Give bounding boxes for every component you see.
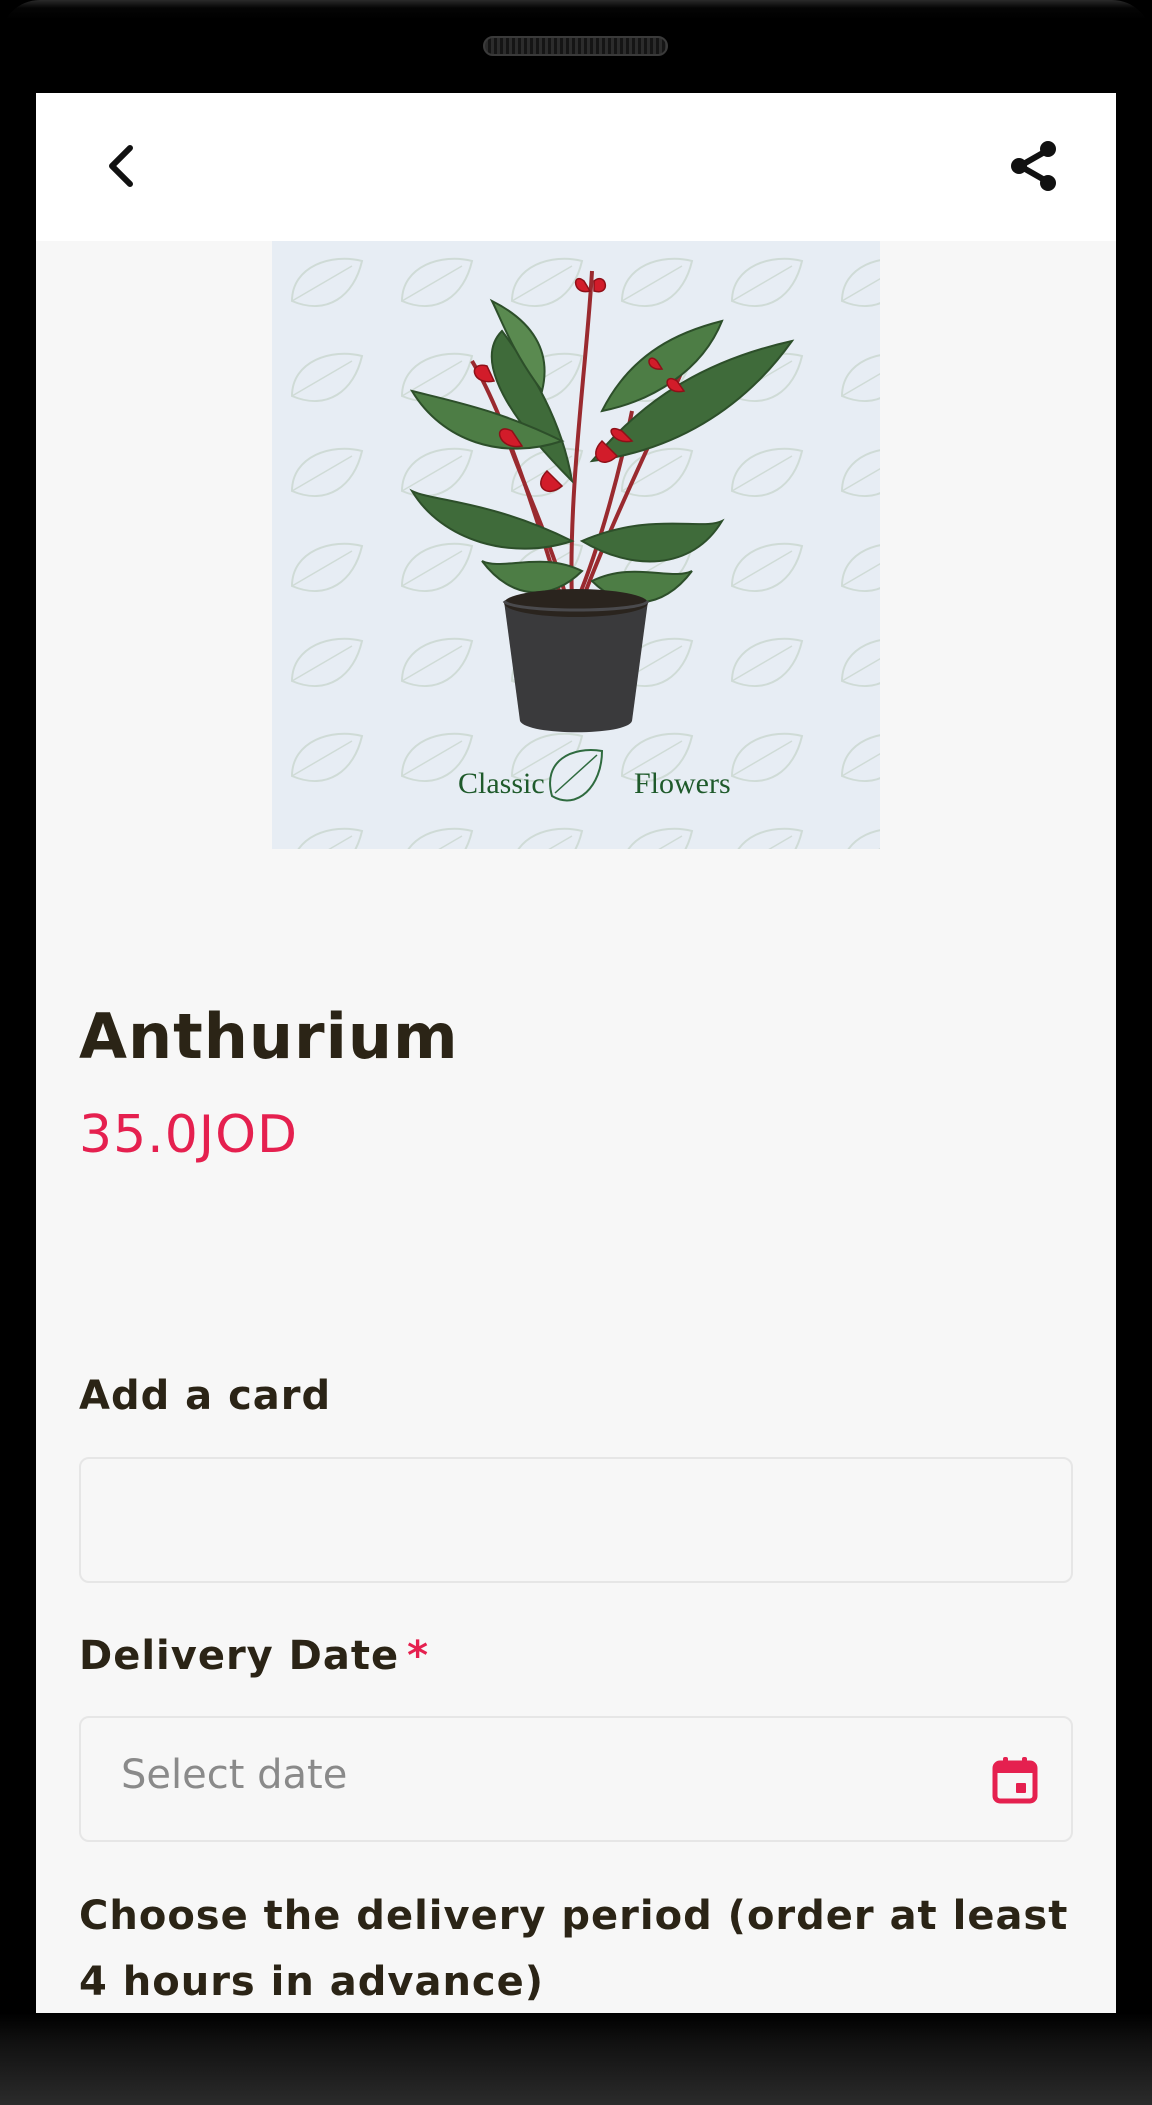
delivery-period-label: Choose the delivery period (order at lea… — [79, 1893, 1069, 2005]
product-price: 35.0JOD — [79, 1105, 299, 1165]
card-message-input[interactable] — [81, 1459, 1071, 1581]
phone-bezel-bottom — [0, 2013, 1152, 2105]
card-message-field[interactable] — [79, 1457, 1073, 1583]
calendar-icon[interactable] — [989, 1754, 1041, 1806]
phone-speaker — [483, 36, 668, 56]
phone-bezel-top — [0, 0, 1152, 94]
product-name: Anthurium — [79, 1000, 459, 1073]
back-button[interactable] — [82, 126, 162, 206]
share-icon — [1011, 141, 1056, 191]
anthurium-plant-photo — [272, 241, 880, 849]
image-caption-right: Flowers — [634, 767, 731, 800]
app-bar — [36, 93, 1116, 241]
delivery-date-field[interactable]: Select date — [79, 1716, 1073, 1842]
required-marker: * — [407, 1633, 430, 1679]
delivery-date-label: Delivery Date * — [79, 1633, 429, 1679]
product-image[interactable]: Classic Flowers — [272, 241, 880, 849]
app-screen: Classic Flowers Anthurium 35.0JOD Add a … — [36, 93, 1116, 2013]
share-button[interactable] — [994, 126, 1074, 206]
image-caption-left: Classic — [458, 767, 545, 800]
chevron-left-icon — [109, 145, 133, 187]
add-card-label: Add a card — [79, 1373, 332, 1419]
date-placeholder: Select date — [121, 1752, 348, 1798]
delivery-date-label-text: Delivery Date — [79, 1633, 400, 1679]
